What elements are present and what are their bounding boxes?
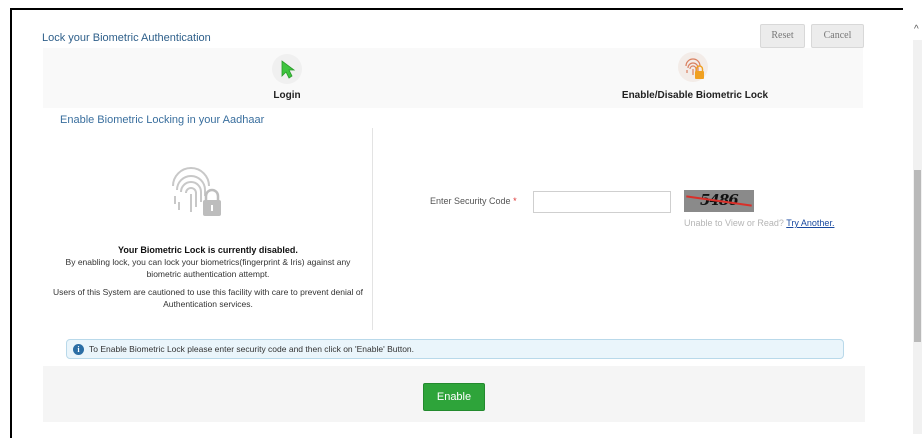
security-code-input[interactable] — [533, 191, 671, 213]
captcha-image: 5486 — [684, 190, 754, 212]
info-banner: i To Enable Biometric Lock please enter … — [66, 339, 844, 359]
fingerprint-lock-icon — [685, 58, 704, 79]
status-heading: Your Biometric Lock is currently disable… — [118, 245, 298, 255]
scroll-up-icon[interactable]: ^ — [914, 24, 919, 35]
step-biometric-lock-label: Enable/Disable Biometric Lock — [621, 90, 769, 101]
captcha-help: Unable to View or Read? Try Another. — [684, 218, 834, 228]
security-code-label-text: Enter Security Code — [430, 196, 511, 206]
column-divider — [372, 128, 373, 330]
scrollbar-thumb[interactable] — [914, 170, 921, 342]
security-code-label: Enter Security Code * — [430, 196, 517, 206]
step-login-label: Login — [273, 90, 301, 101]
reset-button[interactable]: Reset — [760, 24, 805, 48]
step-biometric-lock — [678, 52, 708, 82]
info-text: To Enable Biometric Lock please enter se… — [89, 344, 415, 354]
enable-button[interactable]: Enable — [423, 383, 485, 411]
biometric-status: Your Biometric Lock is currently disable… — [48, 244, 368, 310]
status-description: By enabling lock, you can lock your biom… — [65, 257, 351, 279]
try-another-link[interactable]: Try Another. — [786, 218, 834, 228]
cursor-arrow-icon — [281, 60, 296, 79]
status-warning: Users of this System are cautioned to us… — [53, 287, 363, 309]
required-marker: * — [513, 196, 517, 206]
page-title: Lock your Biometric Authentication — [42, 32, 211, 44]
captcha-help-text: Unable to View or Read? — [684, 218, 784, 228]
cancel-button[interactable]: Cancel — [811, 24, 864, 48]
fingerprint-lock-large-icon — [172, 167, 221, 216]
info-icon: i — [73, 344, 84, 355]
step-login — [272, 54, 302, 84]
section-title: Enable Biometric Locking in your Aadhaar — [60, 114, 265, 126]
